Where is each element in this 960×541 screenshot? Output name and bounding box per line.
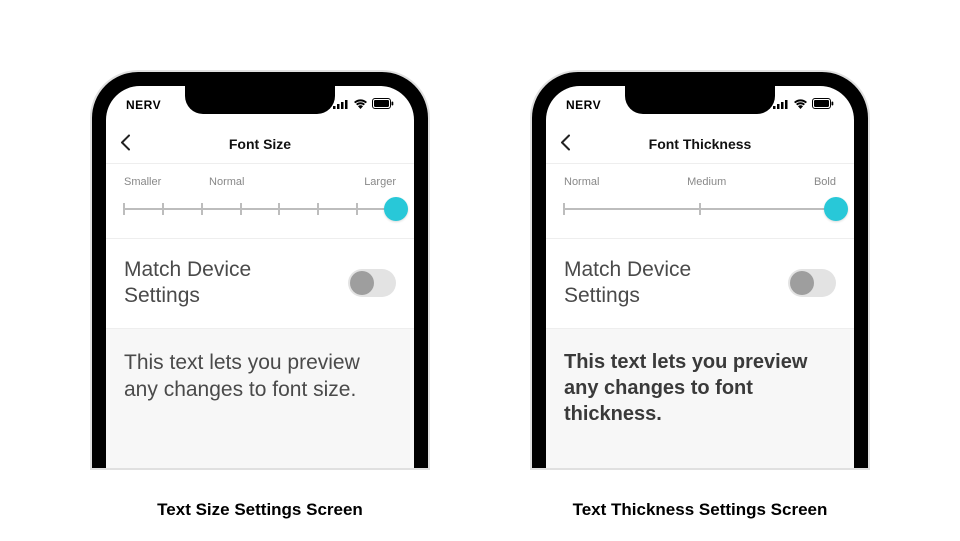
toggle-knob [350, 271, 374, 295]
carrier-label: NERV [566, 98, 601, 112]
nav-bar: Font Thickness [546, 124, 854, 164]
signal-icon [773, 98, 789, 112]
back-button[interactable] [120, 134, 130, 153]
slider-label-bold: Bold [814, 176, 836, 188]
match-device-row: Match Device Settings [106, 239, 414, 329]
wifi-icon [793, 98, 808, 112]
slider-label-smaller: Smaller [124, 176, 161, 188]
toggle-knob [790, 271, 814, 295]
slider-thumb[interactable] [824, 197, 848, 221]
nav-bar: Font Size [106, 124, 414, 164]
carrier-label: NERV [126, 98, 161, 112]
match-device-toggle[interactable] [348, 269, 396, 297]
font-size-slider[interactable] [124, 198, 396, 220]
phone-screen-thickness: NERV [546, 86, 854, 468]
slider-thumb[interactable] [384, 197, 408, 221]
phone-frame-size: NERV [90, 70, 430, 470]
nav-title: Font Thickness [649, 136, 752, 152]
phone-screen-size: NERV [106, 86, 414, 468]
slider-label-normal: Normal [209, 176, 244, 188]
slider-label-normal: Normal [564, 176, 599, 188]
wifi-icon [353, 98, 368, 112]
device-notch [185, 86, 335, 114]
device-notch [625, 86, 775, 114]
match-device-label: Match Device Settings [124, 257, 314, 310]
back-button[interactable] [560, 134, 570, 153]
caption-size: Text Size Settings Screen [157, 500, 363, 520]
match-device-label: Match Device Settings [564, 257, 754, 310]
font-size-slider-section: Smaller Normal Larger [106, 164, 414, 239]
slider-label-larger: Larger [364, 176, 396, 188]
slider-label-medium: Medium [687, 176, 726, 188]
battery-icon [812, 98, 834, 112]
font-thickness-slider-section: Normal Medium Bold [546, 164, 854, 239]
caption-thickness: Text Thickness Settings Screen [573, 500, 828, 520]
preview-section: This text lets you preview any changes t… [106, 329, 414, 469]
preview-text: This text lets you preview any changes t… [564, 349, 836, 427]
preview-text: This text lets you preview any changes t… [124, 349, 396, 404]
signal-icon [333, 98, 349, 112]
preview-section: This text lets you preview any changes t… [546, 329, 854, 469]
phone-frame-thickness: NERV [530, 70, 870, 470]
nav-title: Font Size [229, 136, 291, 152]
battery-icon [372, 98, 394, 112]
match-device-row: Match Device Settings [546, 239, 854, 329]
font-thickness-slider[interactable] [564, 198, 836, 220]
match-device-toggle[interactable] [788, 269, 836, 297]
